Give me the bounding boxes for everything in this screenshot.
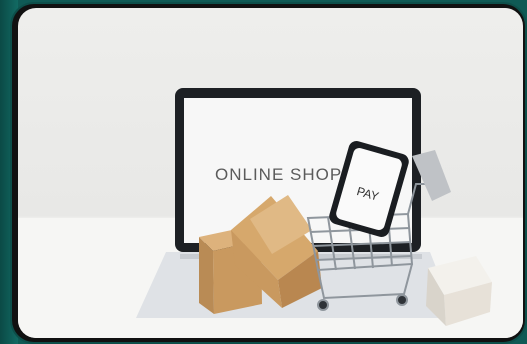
shopping-photo: ONLINE SHOPPING PAY <box>18 8 523 338</box>
shopping-illustration: ONLINE SHOPPING PAY <box>18 88 523 338</box>
image-canvas: ONLINE SHOPPING PAY <box>0 0 527 344</box>
